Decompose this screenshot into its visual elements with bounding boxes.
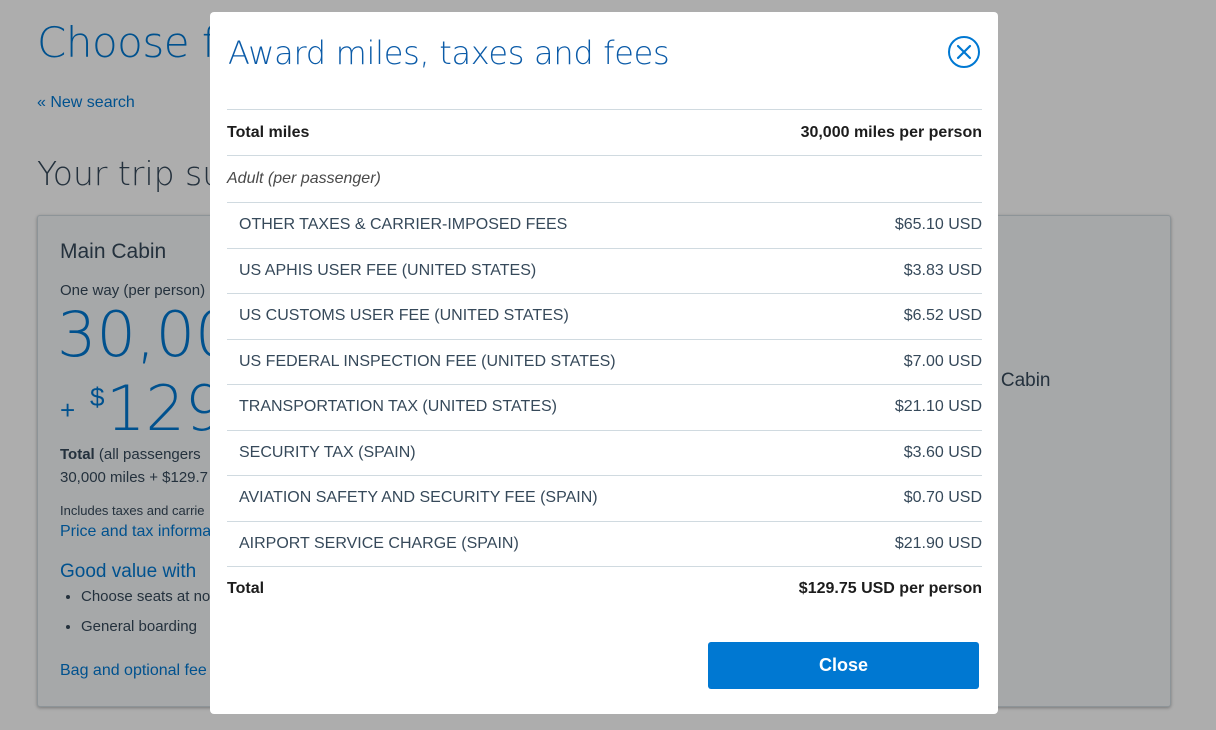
table-row: AVIATION SAFETY AND SECURITY FEE (SPAIN)… — [227, 475, 982, 521]
fee-label: AIRPORT SERVICE CHARGE (SPAIN) — [239, 534, 519, 552]
adult-row: Adult (per passenger) — [227, 155, 982, 202]
table-row: US APHIS USER FEE (UNITED STATES) $3.83 … — [227, 247, 982, 294]
close-icon[interactable] — [947, 35, 981, 69]
total-value: $129.75 USD per person — [798, 580, 982, 597]
fee-label: US FEDERAL INSPECTION FEE (UNITED STATES… — [239, 352, 616, 370]
table-row: US FEDERAL INSPECTION FEE (UNITED STATES… — [227, 338, 982, 385]
total-label: Total — [227, 580, 265, 597]
fee-amount: $21.90 USD — [894, 534, 982, 552]
close-button[interactable]: Close — [708, 642, 979, 689]
total-miles-label: Total miles — [227, 123, 310, 141]
fee-label: US APHIS USER FEE (UNITED STATES) — [239, 261, 537, 279]
total-miles-value: 30,000 miles per person — [800, 123, 982, 141]
total-miles-row: Total miles 30,000 miles per person — [227, 109, 982, 155]
fee-amount: $6.52 USD — [903, 307, 982, 325]
fee-amount: $21.10 USD — [894, 398, 982, 416]
fee-amount: $0.70 USD — [903, 489, 982, 507]
fee-label: US CUSTOMS USER FEE (UNITED STATES) — [239, 307, 569, 325]
fees-table: Total miles 30,000 miles per person Adul… — [227, 109, 982, 611]
total-row: Total $129.75 USD per person — [227, 566, 982, 611]
table-row: TRANSPORTATION TAX (UNITED STATES) $21.1… — [227, 384, 982, 430]
fees-modal: Award miles, taxes and fees Total miles … — [210, 12, 998, 714]
fee-amount: $65.10 USD — [894, 216, 982, 234]
table-row: AIRPORT SERVICE CHARGE (SPAIN) $21.90 US… — [227, 520, 982, 567]
fee-amount: $3.60 USD — [903, 443, 982, 461]
fee-label: AVIATION SAFETY AND SECURITY FEE (SPAIN) — [239, 489, 598, 507]
fee-label: TRANSPORTATION TAX (UNITED STATES) — [239, 398, 557, 416]
table-row: US CUSTOMS USER FEE (UNITED STATES) $6.5… — [227, 293, 982, 339]
fee-amount: $3.83 USD — [903, 261, 982, 279]
table-row: OTHER TAXES & CARRIER-IMPOSED FEES $65.1… — [227, 202, 982, 248]
fee-label: OTHER TAXES & CARRIER-IMPOSED FEES — [239, 216, 568, 234]
adult-label: Adult (per passenger) — [227, 170, 381, 187]
table-row: SECURITY TAX (SPAIN) $3.60 USD — [227, 429, 982, 476]
modal-title: Award miles, taxes and fees — [228, 34, 670, 72]
fee-amount: $7.00 USD — [903, 352, 982, 370]
fee-label: SECURITY TAX (SPAIN) — [239, 443, 416, 461]
